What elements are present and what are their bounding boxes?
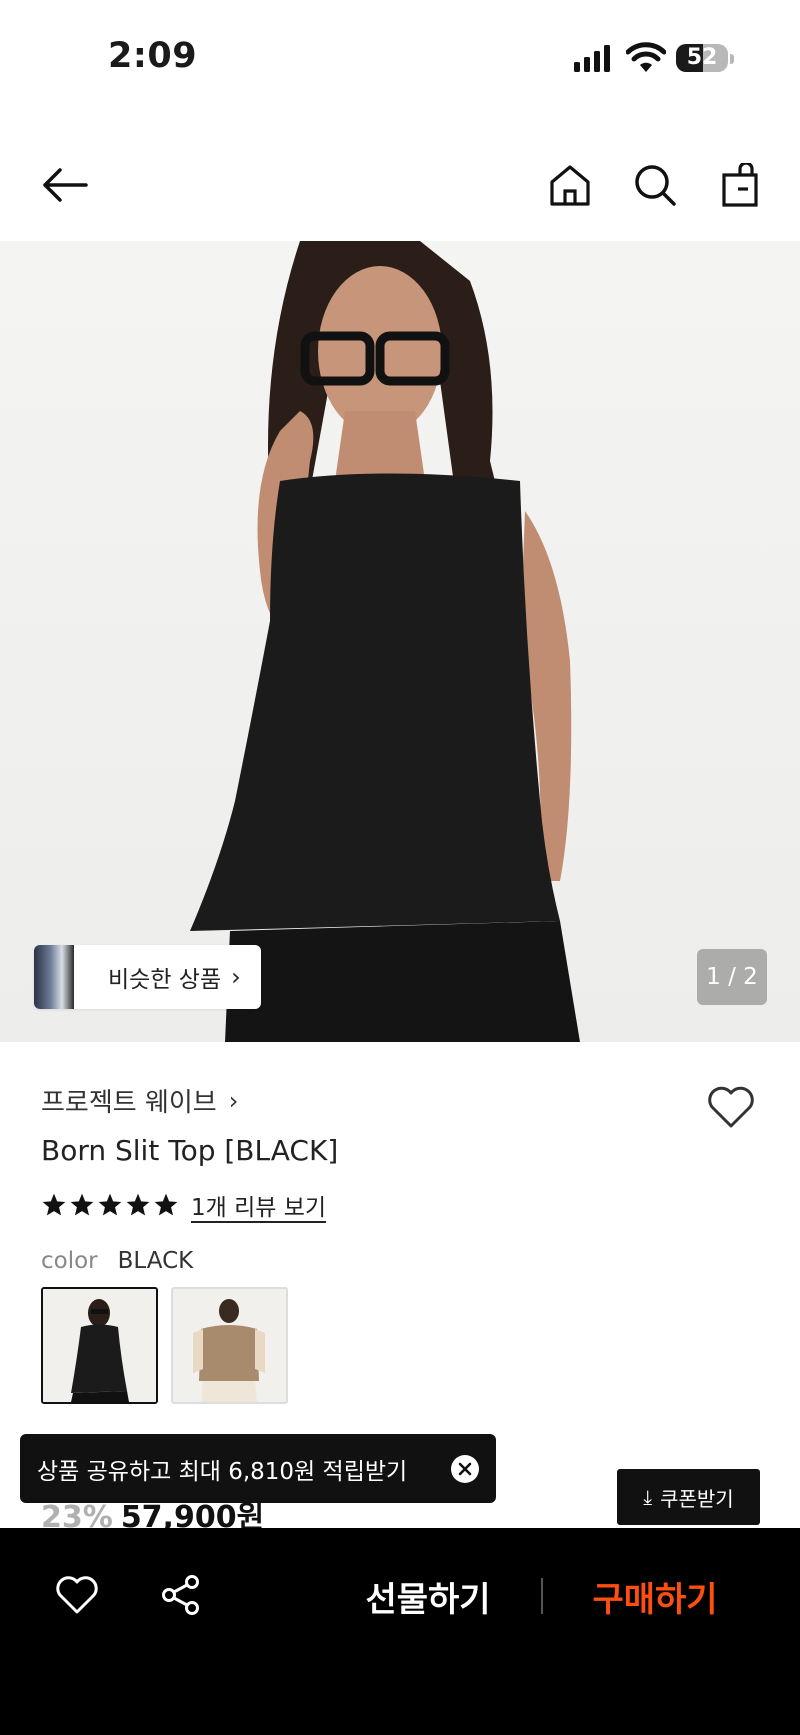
color-swatch-black[interactable] [41,1287,158,1404]
coupon-label: 쿠폰받기 [660,1486,734,1511]
bottom-action-bar: 선물하기 구매하기 [0,1528,800,1735]
battery-icon: 52 [676,42,734,74]
cart-button[interactable] [713,158,767,212]
product-image-gallery[interactable] [0,241,800,1042]
top-navigation [0,140,800,230]
bottom-bar-divider [541,1578,543,1614]
heart-icon [56,1576,98,1614]
close-icon [458,1462,472,1476]
similar-products-button[interactable]: 비슷한 상품 › [34,945,261,1009]
chevron-right-icon: › [228,1086,239,1115]
home-icon [550,165,590,206]
arrow-left-icon [43,168,88,202]
home-button[interactable] [543,158,597,212]
back-button[interactable] [38,158,92,212]
download-icon: ⤓ [643,1485,653,1509]
rating-row: 1개 리뷰 보기 [41,1188,326,1222]
toast-close-button[interactable] [451,1455,479,1483]
search-button[interactable] [628,158,682,212]
color-value: BLACK [117,1248,194,1274]
swatch-image-black [43,1289,156,1402]
coupon-button[interactable]: ⤓ 쿠폰받기 [617,1469,760,1525]
star-icon [98,1193,122,1216]
product-title: Born Slit Top [BLACK] [41,1134,339,1167]
battery-level: 52 [686,45,718,70]
swatch-image-beige [173,1289,286,1402]
star-icon [42,1193,66,1216]
star-icon [126,1193,150,1216]
brand-name: 프로젝트 웨이브 [41,1088,217,1118]
status-time: 2:09 [108,36,198,76]
chevron-right-icon: › [231,963,241,991]
review-link[interactable]: 1개 리뷰 보기 [191,1188,326,1222]
image-page-indicator: 1 / 2 [697,949,767,1005]
similar-products-label: 비슷한 상품 [108,967,222,993]
toast-message: 상품 공유하고 최대 6,810원 적립받기 [37,1458,408,1485]
color-swatch-beige[interactable] [171,1287,288,1404]
star-icon [70,1193,94,1216]
product-photo [190,241,580,1042]
rating-stars [41,1192,179,1218]
status-bar: 2:09 52 [0,0,800,120]
wishlist-button[interactable] [704,1080,758,1134]
share-icon [162,1575,199,1615]
brand-link[interactable]: 프로젝트 웨이브 › [41,1082,238,1119]
share-reward-toast[interactable]: 상품 공유하고 최대 6,810원 적립받기 [20,1434,496,1503]
share-button[interactable] [156,1570,206,1620]
similar-product-thumbnail [34,945,74,1009]
heart-icon [708,1086,754,1128]
shopping-bag-icon [722,163,758,207]
color-row: color BLACK [41,1248,193,1274]
buy-button[interactable]: 구매하기 [575,1566,735,1626]
cellular-signal-icon [574,45,610,72]
star-icon [154,1193,178,1216]
color-label: color [41,1248,98,1274]
gift-button[interactable]: 선물하기 [348,1566,508,1626]
search-icon [635,165,676,206]
bottom-wishlist-button[interactable] [52,1570,102,1620]
wifi-icon [626,42,666,72]
